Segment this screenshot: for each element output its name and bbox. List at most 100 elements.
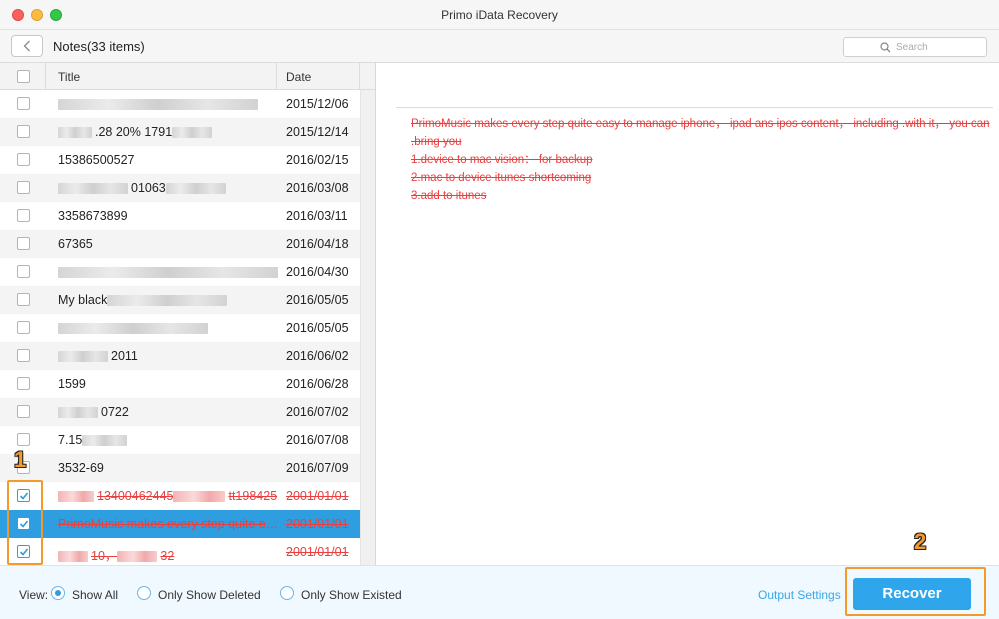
row-date: 2016/04/18 xyxy=(286,237,349,251)
row-title: 01063 xyxy=(58,181,280,195)
back-button[interactable] xyxy=(11,35,43,57)
table-row[interactable]: 3532-69 2016/07/09 xyxy=(0,454,375,482)
row-title-text: 13400462445 xyxy=(97,489,174,503)
row-title: My black xyxy=(58,293,280,307)
select-all-checkbox[interactable] xyxy=(17,70,30,83)
column-separator xyxy=(359,63,360,90)
row-title: .28 20% 1791 xyxy=(58,125,280,139)
table-row[interactable]: 2016/05/05 xyxy=(0,314,375,342)
radio-only-show-existed[interactable] xyxy=(280,586,294,600)
row-checkbox[interactable] xyxy=(17,433,30,446)
row-title-text: PrimoMusic makes every step quite easy t… xyxy=(58,517,280,531)
column-header-date[interactable]: Date xyxy=(286,70,311,84)
row-title-text: 15386500527 xyxy=(58,153,135,167)
row-title-text: 3358673899 xyxy=(58,209,128,223)
redacted-text xyxy=(58,491,94,503)
search-input[interactable] xyxy=(896,40,984,55)
row-checkbox[interactable] xyxy=(17,321,30,334)
annotation-box-1 xyxy=(7,480,43,565)
row-title: 2011 xyxy=(58,349,280,363)
row-title: 67365 xyxy=(58,237,280,251)
row-date: 2016/07/08 xyxy=(286,433,349,447)
row-title-text: My black xyxy=(58,293,108,307)
row-title-text: .28 20% 1791 xyxy=(95,125,173,139)
table-row[interactable]: 13400462445 tt198425 2001/01/01 xyxy=(0,482,375,510)
redacted-text xyxy=(107,295,228,307)
radio-only-show-deleted[interactable] xyxy=(137,586,151,600)
annotation-box-2 xyxy=(845,567,986,616)
window-title: Primo iData Recovery xyxy=(441,8,558,22)
row-date: 2016/04/30 xyxy=(286,265,349,279)
row-date: 2016/07/02 xyxy=(286,405,349,419)
row-checkbox[interactable] xyxy=(17,293,30,306)
row-title-text: 0722 xyxy=(101,405,129,419)
table-row[interactable]: 67365 2016/04/18 xyxy=(0,230,375,258)
row-checkbox[interactable] xyxy=(17,181,30,194)
row-date: 2016/06/02 xyxy=(286,349,349,363)
row-checkbox[interactable] xyxy=(17,237,30,250)
table-row[interactable]: 1599 2016/06/28 xyxy=(0,370,375,398)
row-date: 2016/05/05 xyxy=(286,321,349,335)
table-row[interactable]: 2011 2016/06/02 xyxy=(0,342,375,370)
table-row[interactable]: 7.15 2016/07/08 xyxy=(0,426,375,454)
table-row[interactable]: 01063 2016/03/08 xyxy=(0,174,375,202)
output-settings-link[interactable]: Output Settings xyxy=(758,588,841,602)
row-checkbox[interactable] xyxy=(17,405,30,418)
row-checkbox[interactable] xyxy=(17,209,30,222)
note-content: PrimoMusic makes every step quite easy t… xyxy=(411,115,991,205)
row-date: 2016/07/09 xyxy=(286,461,349,475)
row-title: 7.15 xyxy=(58,433,280,447)
note-detail-pane: PrimoMusic makes every step quite easy t… xyxy=(377,63,999,565)
row-title xyxy=(58,265,280,279)
row-title-text: 2011 xyxy=(111,349,138,363)
table-row[interactable]: 0722 2016/07/02 xyxy=(0,398,375,426)
radio-show-all[interactable] xyxy=(51,586,65,600)
row-title: PrimoMusic makes every step quite easy t… xyxy=(58,517,280,531)
redacted-text xyxy=(165,183,226,195)
row-title: 13400462445 tt198425 xyxy=(58,489,280,503)
breadcrumb: Notes(33 items) xyxy=(53,39,145,54)
radio-label-only-show-deleted[interactable]: Only Show Deleted xyxy=(158,588,261,602)
search-box[interactable] xyxy=(843,37,987,57)
row-title-text: tt198425 xyxy=(228,489,278,503)
row-checkbox[interactable] xyxy=(17,349,30,362)
row-title: 1599 xyxy=(58,377,280,391)
radio-label-only-show-existed[interactable]: Only Show Existed xyxy=(301,588,402,602)
redacted-text xyxy=(82,435,128,447)
table-row[interactable]: 2015/12/06 xyxy=(0,90,375,118)
column-separator xyxy=(45,63,46,90)
table-row[interactable]: PrimoMusic makes every step quite easy t… xyxy=(0,510,375,538)
row-checkbox[interactable] xyxy=(17,377,30,390)
list-scrollbar[interactable] xyxy=(360,90,375,565)
row-title-text: 67365 xyxy=(58,237,93,251)
table-row[interactable]: 15386500527 2016/02/15 xyxy=(0,146,375,174)
table-row[interactable]: 3358673899 2016/03/11 xyxy=(0,202,375,230)
note-line: 3.add to itunes xyxy=(411,190,487,202)
redacted-text xyxy=(58,551,88,563)
row-title: 0722 xyxy=(58,405,280,419)
annotation-number-1: 1 xyxy=(14,447,27,472)
row-date: 2015/12/14 xyxy=(286,125,349,139)
table-row[interactable]: 10， 32 2001/01/01 xyxy=(0,538,375,565)
table-row[interactable]: .28 20% 1791 2015/12/14 xyxy=(0,118,375,146)
row-checkbox[interactable] xyxy=(17,265,30,278)
notes-table-body: 2015/12/06 .28 20% 1791 2015/12/14 15386500… xyxy=(0,90,375,565)
row-title: 3532-69 xyxy=(58,461,280,475)
redacted-text xyxy=(58,323,208,335)
view-label: View: xyxy=(19,588,49,602)
toolbar: Notes(33 items) xyxy=(0,30,999,63)
row-title-text: 7.15 xyxy=(58,433,83,447)
table-row[interactable]: 2016/04/30 xyxy=(0,258,375,286)
table-row[interactable]: My black 2016/05/05 xyxy=(0,286,375,314)
row-checkbox[interactable] xyxy=(17,125,30,138)
radio-label-show-all[interactable]: Show All xyxy=(72,588,118,602)
row-title-text: 3532-69 xyxy=(58,461,104,475)
row-date: 2016/05/05 xyxy=(286,293,349,307)
column-header-title[interactable]: Title xyxy=(58,70,80,84)
row-date: 2015/12/06 xyxy=(286,97,349,111)
row-checkbox[interactable] xyxy=(17,97,30,110)
note-line: PrimoMusic makes every step quite easy t… xyxy=(411,118,990,148)
row-date: 2016/03/11 xyxy=(286,209,348,223)
row-checkbox[interactable] xyxy=(17,153,30,166)
chevron-left-icon xyxy=(23,40,30,52)
